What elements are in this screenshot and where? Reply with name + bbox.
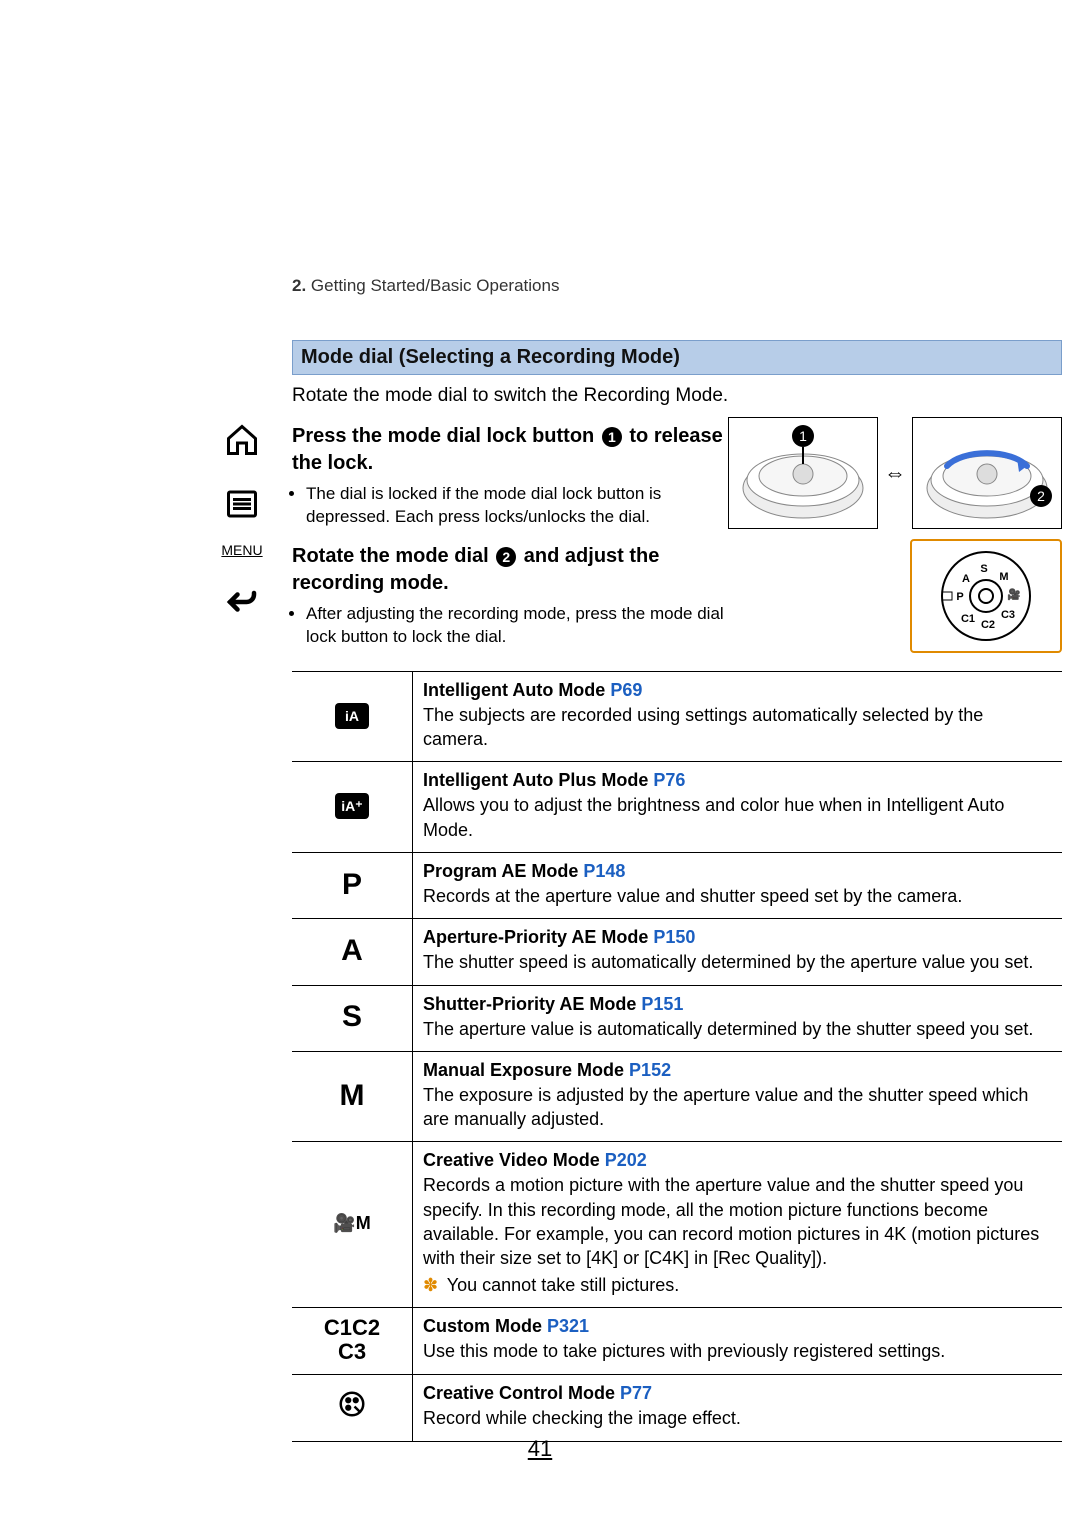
mode-row: Creative Control Mode P77 Record while ch… [292,1375,1062,1441]
mode-icon [292,1375,413,1441]
mode-icon: M [292,1051,413,1142]
svg-text:A: A [962,573,970,585]
svg-text:S: S [980,563,987,575]
sidebar-nav: MENU [215,420,269,622]
step2-notes: After adjusting the recording mode, pres… [292,603,730,649]
mode-table: iA Intelligent Auto Mode P69 The subjects … [292,671,1062,1442]
mode-desc: Allows you to adjust the brightness and … [423,793,1052,842]
svg-text:🎥: 🎥 [1007,588,1021,601]
figure-dial-locked: 1 [728,417,878,529]
mode-row: P Program AE Mode P148 Records at the aper… [292,852,1062,918]
back-icon[interactable] [222,582,262,622]
mode-row: iA⁺ Intelligent Auto Plus Mode P76 Allows … [292,762,1062,853]
mode-title: Intelligent Auto Mode [423,680,610,700]
mode-icon: iA [292,671,413,762]
mode-desc: Records a motion picture with the apertu… [423,1173,1052,1270]
breadcrumb-num: 2. [292,276,306,295]
mode-description-cell: Intelligent Auto Plus Mode P76 Allows you… [413,762,1063,853]
mode-title: Creative Video Mode [423,1150,605,1170]
mode-desc: Use this mode to take pictures with prev… [423,1339,1052,1363]
svg-text:C3: C3 [1001,609,1015,621]
mode-desc: The exposure is adjusted by the aperture… [423,1083,1052,1132]
page-ref-link[interactable]: P152 [629,1060,671,1080]
mode-row: S Shutter-Priority AE Mode P151 The apertu… [292,985,1062,1051]
badge-1-icon: 1 [602,427,622,447]
mode-desc: The subjects are recorded using settings… [423,703,1052,752]
mode-title: Creative Control Mode [423,1383,620,1403]
svg-text:2: 2 [1037,488,1045,504]
mode-row: iA Intelligent Auto Mode P69 The subjects … [292,671,1062,762]
page-content: Mode dial (Selecting a Recording Mode) R… [292,340,1062,1442]
menu-label[interactable]: MENU [221,542,262,558]
mode-icon: P [292,852,413,918]
mode-icon: 🎥M [292,1142,413,1307]
mode-title: Shutter-Priority AE Mode [423,994,641,1014]
mode-desc: The aperture value is automatically dete… [423,1017,1052,1041]
note-symbol-icon: ✽ [423,1275,438,1295]
step2-note: After adjusting the recording mode, pres… [306,603,730,649]
mode-description-cell: Creative Control Mode P77 Record while ch… [413,1375,1063,1441]
mode-icon: A [292,919,413,985]
page-ref-link[interactable]: P151 [641,994,683,1014]
figure-group: 1 ⇔ 2 [742,417,1062,663]
page-ref-link[interactable]: P76 [653,770,685,790]
step2-pre: Rotate the mode dial [292,545,494,567]
mode-row: A Aperture-Priority AE Mode P150 The shutt… [292,919,1062,985]
svg-text:P: P [956,591,963,603]
section-heading: Mode dial (Selecting a Recording Mode) [292,340,1062,375]
page-number[interactable]: 41 [0,1436,1080,1462]
mode-description-cell: Aperture-Priority AE Mode P150 The shutte… [413,919,1063,985]
mode-row: M Manual Exposure Mode P152 The exposure i… [292,1051,1062,1142]
page-ref-link[interactable]: P69 [610,680,642,700]
home-icon[interactable] [222,420,262,460]
mode-title: Manual Exposure Mode [423,1060,629,1080]
mode-row: C1C2C3 Custom Mode P321 Use this mode to t… [292,1307,1062,1374]
svg-text:M: M [999,571,1008,583]
manual-page: MENU 2. Getting Started/Basic Operations… [0,0,1080,1526]
step1-title: Press the mode dial lock button 1 to rel… [292,423,730,477]
mode-desc: Record while checking the image effect. [423,1406,1052,1430]
mode-desc: The shutter speed is automatically deter… [423,950,1052,974]
svg-text:C1: C1 [961,613,975,625]
page-ref-link[interactable]: P148 [583,861,625,881]
toc-icon[interactable] [222,484,262,524]
mode-title: Intelligent Auto Plus Mode [423,770,653,790]
page-ref-link[interactable]: P77 [620,1383,652,1403]
mode-description-cell: Creative Video Mode P202 Records a motion… [413,1142,1063,1307]
figure-dial-rotate: 2 [912,417,1062,529]
mode-description-cell: Program AE Mode P148 Records at the apert… [413,852,1063,918]
mode-description-cell: Shutter-Priority AE Mode P151 The apertur… [413,985,1063,1051]
svg-text:1: 1 [799,428,807,444]
page-ref-link[interactable]: P321 [547,1316,589,1336]
mode-description-cell: Custom Mode P321 Use this mode to take pi… [413,1307,1063,1374]
mode-note: ✽ You cannot take still pictures. [423,1273,1052,1297]
mode-description-cell: Intelligent Auto Mode P69 The subjects ar… [413,671,1063,762]
mode-icon: C1C2C3 [292,1307,413,1374]
mode-title: Program AE Mode [423,861,583,881]
mode-title: Custom Mode [423,1316,547,1336]
figure-dial-face: P A S M 🎥 C3 C2 C1 [910,539,1062,653]
double-arrow-icon: ⇔ [884,460,906,486]
mode-title: Aperture-Priority AE Mode [423,927,653,947]
intro-text: Rotate the mode dial to switch the Recor… [292,385,1062,407]
mode-icon: S [292,985,413,1051]
step1-notes: The dial is locked if the mode dial lock… [292,483,730,529]
mode-description-cell: Manual Exposure Mode P152 The exposure is… [413,1051,1063,1142]
step1-note: The dial is locked if the mode dial lock… [306,483,730,529]
mode-icon: iA⁺ [292,762,413,853]
breadcrumb: 2. Getting Started/Basic Operations [292,276,559,296]
page-ref-link[interactable]: P150 [653,927,695,947]
mode-desc: Records at the aperture value and shutte… [423,884,1052,908]
mode-row: 🎥M Creative Video Mode P202 Records a moti… [292,1142,1062,1307]
page-ref-link[interactable]: P202 [605,1150,647,1170]
step2-title: Rotate the mode dial 2 and adjust the re… [292,543,730,597]
badge-2-icon: 2 [496,547,516,567]
step1-pre: Press the mode dial lock button [292,425,600,447]
svg-text:C2: C2 [981,619,995,631]
breadcrumb-text: Getting Started/Basic Operations [311,276,560,295]
